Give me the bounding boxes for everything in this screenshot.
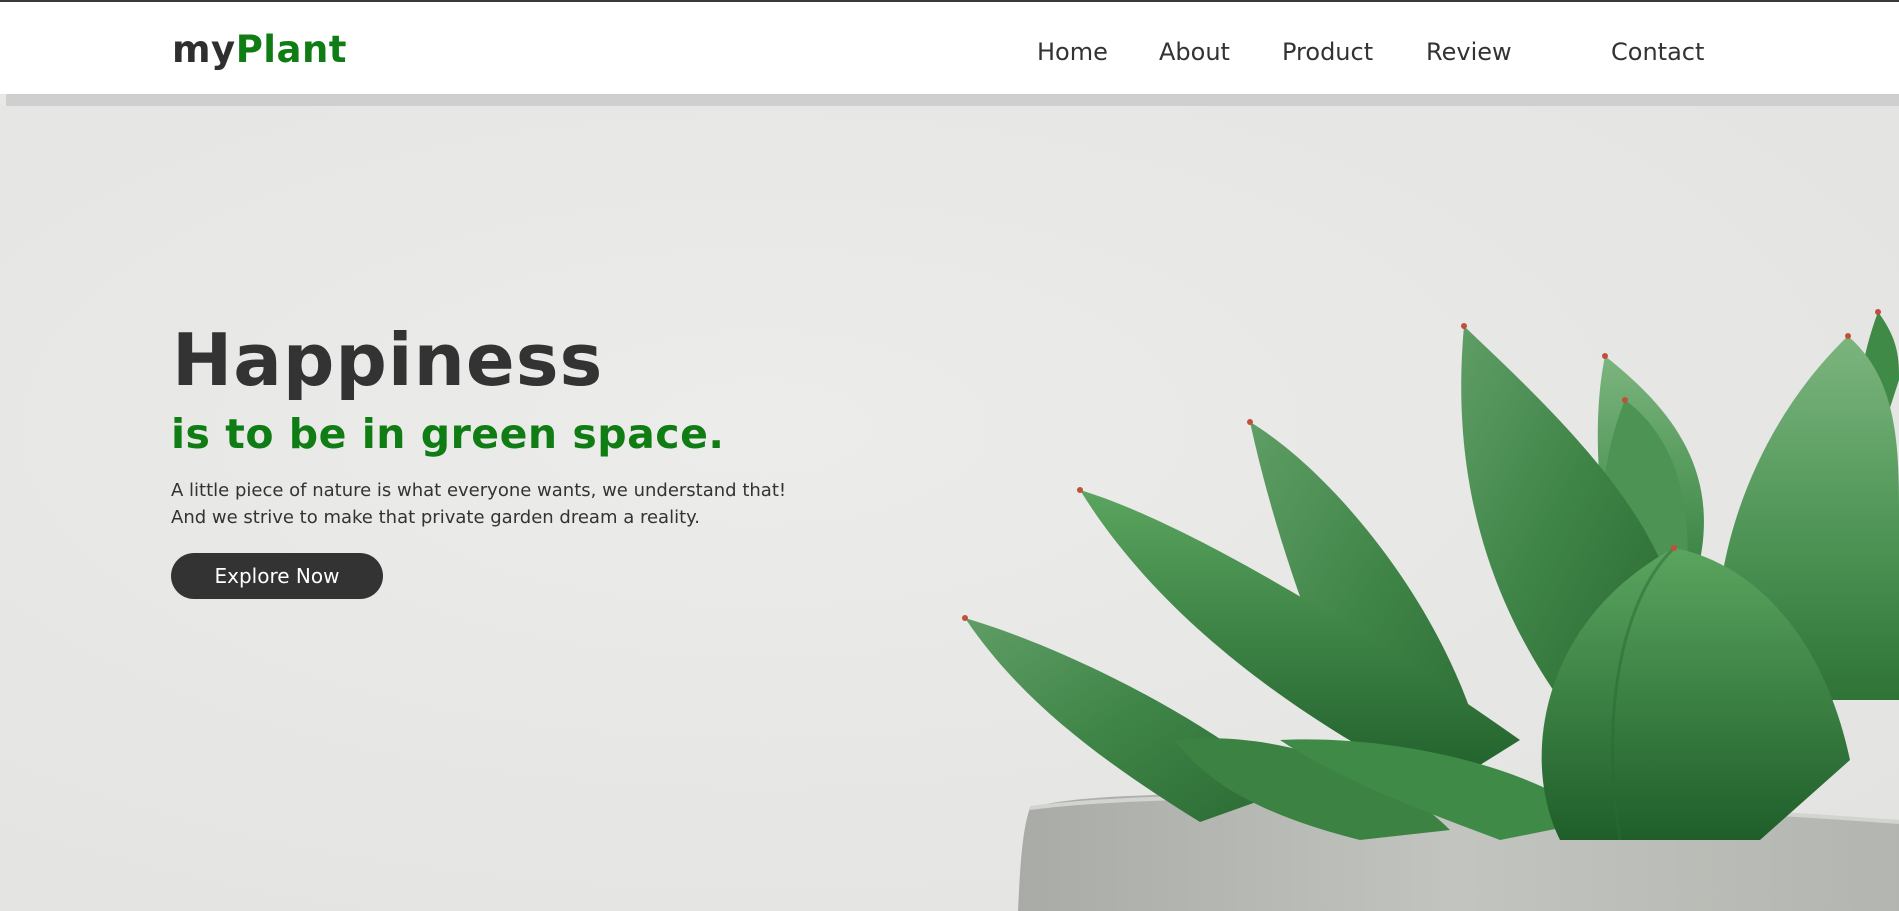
brand-logo[interactable]: myPlant <box>172 28 347 71</box>
navbar-shadow <box>6 94 1899 106</box>
navbar: myPlant Home About Product Review Contac… <box>0 2 1899 94</box>
nav-link-review[interactable]: Review <box>1426 38 1512 66</box>
brand-highlight: Plant <box>235 28 347 71</box>
hero-headline: Happiness <box>172 318 604 402</box>
explore-now-button[interactable]: Explore Now <box>171 553 383 599</box>
nav-link-contact[interactable]: Contact <box>1611 38 1704 66</box>
hero-subheadline: is to be in green space. <box>171 410 725 458</box>
hero-description: A little piece of nature is what everyon… <box>171 480 787 528</box>
nav-link-about[interactable]: About <box>1159 38 1230 66</box>
nav-link-home[interactable]: Home <box>1037 38 1108 66</box>
brand-prefix: my <box>172 28 236 71</box>
nav-link-product[interactable]: Product <box>1282 38 1373 66</box>
